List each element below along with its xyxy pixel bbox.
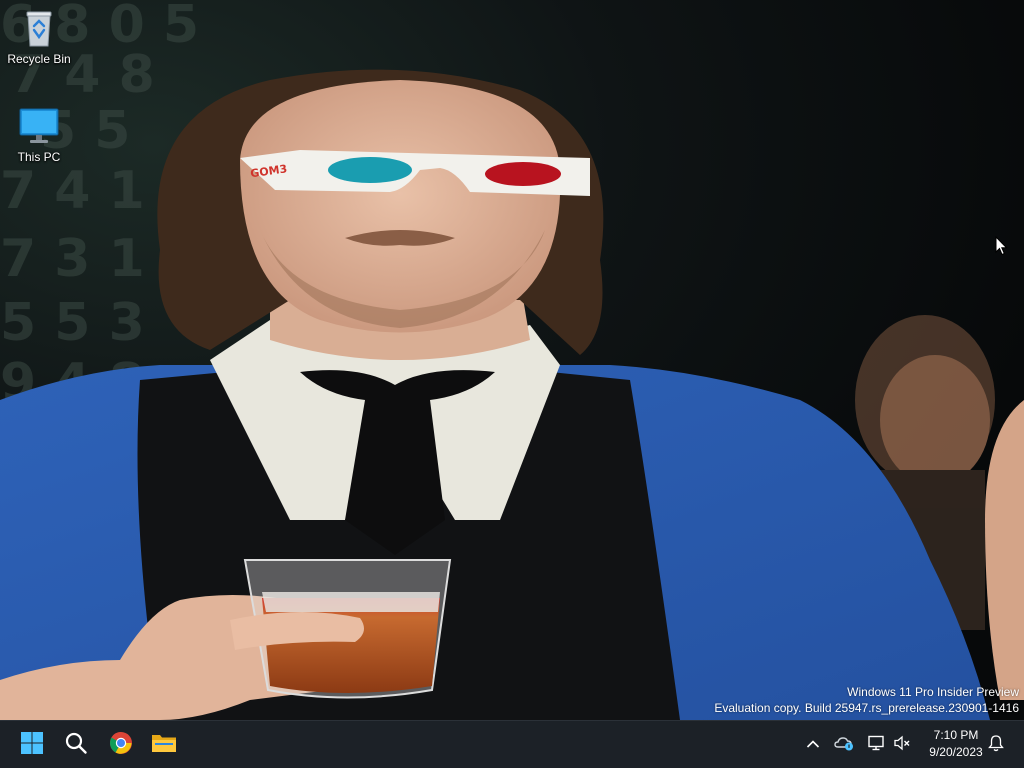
- desktop-wallpaper: 6 8 0 5 7 4 8 5 5 7 4 1 7 3 1 5 5 3 9 4 …: [0, 0, 1024, 720]
- onedrive-tray-button[interactable]: [834, 735, 854, 755]
- search-button[interactable]: [58, 727, 94, 763]
- watermark-edition: Windows 11 Pro Insider Preview: [847, 685, 1019, 699]
- volume-tray-button[interactable]: [892, 735, 912, 755]
- clock-time: 7:10 PM: [933, 728, 979, 742]
- file-explorer-button[interactable]: [146, 727, 182, 763]
- search-icon: [64, 731, 88, 760]
- notification-bell-icon: [988, 734, 1004, 757]
- evaluation-watermark: Windows 11 Pro Insider Preview Evaluatio…: [714, 684, 1019, 716]
- clock-button[interactable]: 7:10 PM 9/20/2023: [918, 727, 994, 761]
- onedrive-icon: [834, 735, 854, 756]
- desktop-icon-this-pc[interactable]: This PC: [1, 106, 77, 164]
- network-icon: [868, 735, 886, 756]
- show-hidden-icons-button[interactable]: [803, 735, 823, 755]
- bg-digit-row: 5 5 3: [0, 293, 145, 353]
- desktop-icon-label: Recycle Bin: [7, 52, 71, 66]
- network-tray-button[interactable]: [867, 735, 887, 755]
- clock-date: 9/20/2023: [929, 745, 983, 759]
- recycle-bin-icon: [19, 8, 59, 48]
- monitor-icon: [19, 106, 59, 146]
- start-button[interactable]: [14, 727, 50, 763]
- chrome-icon: [109, 731, 133, 760]
- bg-digit-row: 7 3 1: [0, 229, 145, 289]
- chrome-button[interactable]: [103, 727, 139, 763]
- bg-digit-row: 7 4 1: [0, 161, 145, 221]
- mouse-cursor-icon: [995, 235, 1009, 261]
- volume-muted-icon: [893, 735, 911, 756]
- chevron-up-icon: [806, 736, 820, 754]
- taskbar: 7:10 PM 9/20/2023: [0, 720, 1024, 768]
- notifications-button[interactable]: [986, 734, 1006, 757]
- watermark-build: Evaluation copy. Build 25947.rs_prerelea…: [714, 701, 1019, 715]
- folder-icon: [151, 731, 177, 760]
- windows-logo-icon: [20, 731, 44, 760]
- desktop-icon-recycle-bin[interactable]: Recycle Bin: [1, 8, 77, 66]
- desktop-icon-label: This PC: [17, 150, 61, 164]
